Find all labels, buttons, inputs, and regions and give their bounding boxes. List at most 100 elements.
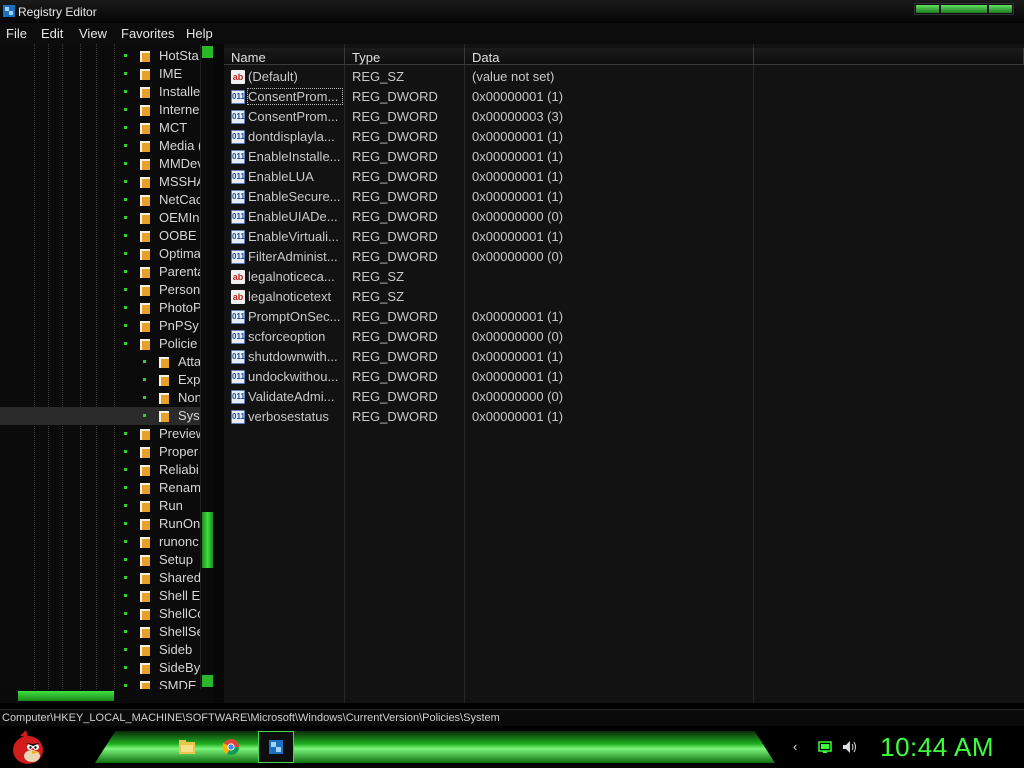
tree-item[interactable]: Renam [0, 479, 200, 497]
value-row[interactable]: 011 ValidateAdmi... REG_DWORD 0x00000000 (0… [224, 387, 764, 407]
expand-indicator[interactable] [124, 252, 127, 255]
expand-indicator[interactable] [124, 234, 127, 237]
scroll-thumb[interactable] [202, 512, 213, 568]
tree-item[interactable]: Reliabi [0, 461, 200, 479]
tree-item[interactable]: Preview [0, 425, 200, 443]
expand-indicator[interactable] [124, 126, 127, 129]
tree-item[interactable]: Atta [0, 353, 200, 371]
chrome-icon[interactable] [216, 733, 246, 761]
expand-indicator[interactable] [143, 378, 146, 381]
tree-item[interactable]: Policie [0, 335, 200, 353]
network-icon[interactable] [818, 740, 832, 754]
menu-favorites[interactable]: Favorites [121, 26, 174, 41]
expand-indicator[interactable] [124, 342, 127, 345]
value-row[interactable]: 011 shutdownwith... REG_DWORD 0x00000001 (1… [224, 347, 764, 367]
expand-indicator[interactable] [124, 288, 127, 291]
expand-indicator[interactable] [124, 504, 127, 507]
value-row[interactable]: 011 EnableVirtuali... REG_DWORD 0x00000001 … [224, 227, 764, 247]
value-row[interactable]: 011 EnableUIADe... REG_DWORD 0x00000000 (0) [224, 207, 764, 227]
registry-editor-taskbar-button[interactable] [258, 731, 294, 763]
scroll-thumb[interactable] [18, 691, 114, 701]
expand-indicator[interactable] [124, 684, 127, 687]
angry-bird-start-icon[interactable] [6, 728, 48, 766]
expand-indicator[interactable] [124, 594, 127, 597]
expand-indicator[interactable] [124, 306, 127, 309]
close-button[interactable] [989, 5, 1012, 13]
scroll-down-button[interactable] [202, 675, 213, 687]
tree-item[interactable]: Person [0, 281, 200, 299]
tree-item[interactable]: Shell E [0, 587, 200, 605]
value-row[interactable]: 011 scforceoption REG_DWORD 0x00000000 (0) [224, 327, 764, 347]
value-row[interactable]: 011 ConsentProm... REG_DWORD 0x00000003 (3) [224, 107, 764, 127]
expand-indicator[interactable] [124, 108, 127, 111]
tree-item[interactable]: Sideb [0, 641, 200, 659]
tree-item[interactable]: ShellSe [0, 623, 200, 641]
pane-splitter[interactable] [214, 44, 224, 703]
scroll-up-button[interactable] [202, 46, 213, 58]
values-list[interactable]: Name Type Data ab (Default) REG_SZ (value n… [224, 44, 1024, 703]
value-row[interactable]: 011 FilterAdminist... REG_DWORD 0x00000000 … [224, 247, 764, 267]
value-row[interactable]: 011 EnableInstalle... REG_DWORD 0x00000001 … [224, 147, 764, 167]
value-row[interactable]: ab legalnoticetext REG_SZ [224, 287, 764, 307]
tree-item[interactable]: NetCac [0, 191, 200, 209]
tree-item[interactable]: Parenta [0, 263, 200, 281]
expand-indicator[interactable] [124, 144, 127, 147]
expand-indicator[interactable] [124, 630, 127, 633]
tree-item[interactable]: Shared [0, 569, 200, 587]
tree-item[interactable]: IME [0, 65, 200, 83]
tree-item[interactable]: MMDev [0, 155, 200, 173]
expand-indicator[interactable] [124, 198, 127, 201]
tree-item[interactable]: RunOn [0, 515, 200, 533]
tree-item[interactable]: Optima [0, 245, 200, 263]
tree-item[interactable]: SMDE [0, 677, 200, 689]
tree-item[interactable]: Installe [0, 83, 200, 101]
expand-indicator[interactable] [124, 162, 127, 165]
column-header-type[interactable]: Type [345, 48, 465, 65]
tree-item[interactable]: Media ( [0, 137, 200, 155]
tree-item[interactable]: runonc [0, 533, 200, 551]
value-row[interactable]: 011 EnableSecure... REG_DWORD 0x00000001 (1… [224, 187, 764, 207]
value-row[interactable]: 011 EnableLUA REG_DWORD 0x00000001 (1) [224, 167, 764, 187]
tree-item[interactable]: MCT [0, 119, 200, 137]
value-row[interactable]: 011 PromptOnSec... REG_DWORD 0x00000001 (1) [224, 307, 764, 327]
expand-indicator[interactable] [124, 180, 127, 183]
expand-indicator[interactable] [124, 486, 127, 489]
expand-indicator[interactable] [124, 666, 127, 669]
tree-item[interactable]: MSSHA [0, 173, 200, 191]
value-row[interactable]: ab legalnoticeca... REG_SZ [224, 267, 764, 287]
expand-indicator[interactable] [143, 360, 146, 363]
expand-indicator[interactable] [124, 270, 127, 273]
menu-view[interactable]: View [79, 26, 107, 41]
value-row[interactable]: 011 undockwithou... REG_DWORD 0x00000001 (1… [224, 367, 764, 387]
tree-item[interactable]: PnPSy [0, 317, 200, 335]
column-header-name[interactable]: Name [224, 48, 345, 65]
menu-help[interactable]: Help [186, 26, 213, 41]
tree-item[interactable]: OOBE [0, 227, 200, 245]
tree-item[interactable]: Sys [0, 407, 200, 425]
tree-item[interactable]: Proper [0, 443, 200, 461]
value-row[interactable]: 011 dontdisplayla... REG_DWORD 0x00000001 (… [224, 127, 764, 147]
column-header-data[interactable]: Data [465, 48, 754, 65]
volume-icon[interactable] [842, 740, 858, 754]
maximize-button[interactable] [941, 5, 987, 13]
expand-indicator[interactable] [124, 216, 127, 219]
expand-indicator[interactable] [124, 450, 127, 453]
expand-indicator[interactable] [124, 612, 127, 615]
expand-indicator[interactable] [124, 648, 127, 651]
expand-indicator[interactable] [124, 558, 127, 561]
expand-indicator[interactable] [124, 324, 127, 327]
tree-item[interactable]: Interne [0, 101, 200, 119]
show-hidden-icons-icon[interactable]: ‹ [793, 739, 797, 754]
expand-indicator[interactable] [124, 432, 127, 435]
tree-item[interactable]: Setup [0, 551, 200, 569]
value-row[interactable]: 011 ConsentProm... REG_DWORD 0x00000001 (1) [224, 87, 764, 107]
minimize-button[interactable] [916, 5, 939, 13]
file-explorer-icon[interactable] [172, 733, 202, 761]
expand-indicator[interactable] [143, 414, 146, 417]
expand-indicator[interactable] [124, 576, 127, 579]
clock[interactable]: 10:44 AM [880, 732, 994, 763]
tree-item[interactable]: OEMIn [0, 209, 200, 227]
tree-item[interactable]: PhotoP [0, 299, 200, 317]
tree-item[interactable]: ShellCo [0, 605, 200, 623]
expand-indicator[interactable] [124, 468, 127, 471]
